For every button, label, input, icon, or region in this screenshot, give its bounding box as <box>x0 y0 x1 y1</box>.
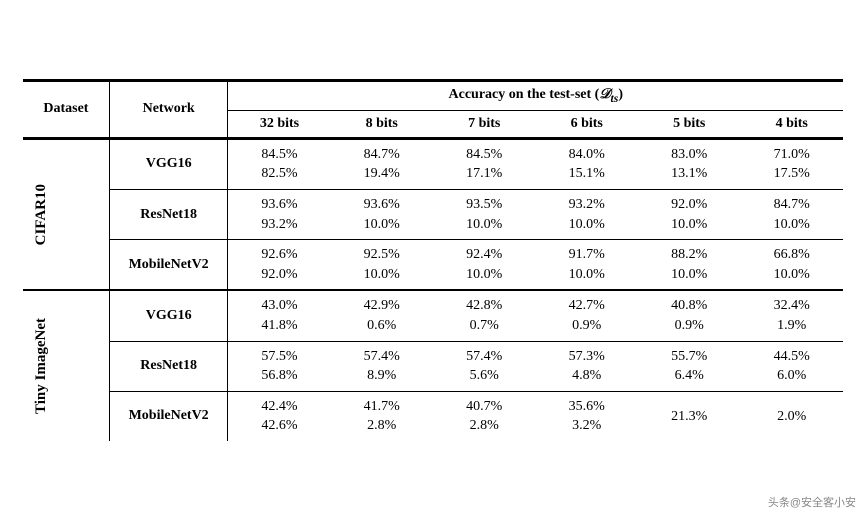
data-cell: 57.5%56.8% <box>228 341 331 391</box>
data-cell: 42.4%42.6% <box>228 391 331 441</box>
network-label: MobileNetV2 <box>109 391 228 441</box>
data-cell: 93.6%10.0% <box>330 190 433 240</box>
dataset-header: Dataset <box>23 81 109 139</box>
accuracy-table: Dataset Network Accuracy on the test-set… <box>23 79 843 441</box>
table-row: CIFAR10VGG1684.5%82.5%84.7%19.4%84.5%17.… <box>23 138 843 189</box>
data-cell: 83.0%13.1% <box>638 138 741 189</box>
data-cell: 92.5%10.0% <box>330 240 433 291</box>
table-row: MobileNetV292.6%92.0%92.5%10.0%92.4%10.0… <box>23 240 843 291</box>
data-cell: 41.7%2.8% <box>330 391 433 441</box>
data-cell: 44.5%6.0% <box>740 341 843 391</box>
data-cell: 35.6%3.2% <box>535 391 638 441</box>
bits-5: 5 bits <box>638 110 741 138</box>
network-label: MobileNetV2 <box>109 240 228 291</box>
data-cell: 88.2%10.0% <box>638 240 741 291</box>
table-row: Tiny ImageNetVGG1643.0%41.8%42.9%0.6%42.… <box>23 290 843 341</box>
data-cell: 84.7%10.0% <box>740 190 843 240</box>
table-row: ResNet1893.6%93.2%93.6%10.0%93.5%10.0%93… <box>23 190 843 240</box>
data-cell: 40.7%2.8% <box>433 391 536 441</box>
data-cell: 57.4%5.6% <box>433 341 536 391</box>
watermark: 头条@安全客小安 <box>768 494 856 510</box>
data-cell: 92.6%92.0% <box>228 240 331 291</box>
bits-7: 7 bits <box>433 110 536 138</box>
bits-32: 32 bits <box>228 110 331 138</box>
data-cell: 71.0%17.5% <box>740 138 843 189</box>
data-cell: 2.0% <box>740 391 843 441</box>
data-cell: 92.4%10.0% <box>433 240 536 291</box>
bits-8: 8 bits <box>330 110 433 138</box>
bits-6: 6 bits <box>535 110 638 138</box>
accuracy-header: Accuracy on the test-set (𝒟ts) <box>228 81 843 111</box>
data-cell: 84.5%17.1% <box>433 138 536 189</box>
data-cell: 84.0%15.1% <box>535 138 638 189</box>
network-label: ResNet18 <box>109 190 228 240</box>
data-cell: 57.4%8.9% <box>330 341 433 391</box>
data-cell: 40.8%0.9% <box>638 290 741 341</box>
data-cell: 43.0%41.8% <box>228 290 331 341</box>
data-cell: 92.0%10.0% <box>638 190 741 240</box>
data-cell: 42.8%0.7% <box>433 290 536 341</box>
data-cell: 84.5%82.5% <box>228 138 331 189</box>
data-cell: 84.7%19.4% <box>330 138 433 189</box>
data-cell: 66.8%10.0% <box>740 240 843 291</box>
network-label: VGG16 <box>109 138 228 189</box>
network-label: ResNet18 <box>109 341 228 391</box>
data-cell: 21.3% <box>638 391 741 441</box>
data-cell: 93.6%93.2% <box>228 190 331 240</box>
network-label: VGG16 <box>109 290 228 341</box>
dataset-label: CIFAR10 <box>33 184 50 245</box>
dataset-label: Tiny ImageNet <box>33 318 50 414</box>
table-row: MobileNetV242.4%42.6%41.7%2.8%40.7%2.8%3… <box>23 391 843 441</box>
data-cell: 55.7%6.4% <box>638 341 741 391</box>
data-cell: 93.5%10.0% <box>433 190 536 240</box>
network-header: Network <box>109 81 228 139</box>
data-cell: 42.7%0.9% <box>535 290 638 341</box>
data-cell: 32.4%1.9% <box>740 290 843 341</box>
data-cell: 91.7%10.0% <box>535 240 638 291</box>
data-cell: 93.2%10.0% <box>535 190 638 240</box>
data-cell: 42.9%0.6% <box>330 290 433 341</box>
header-row-1: Dataset Network Accuracy on the test-set… <box>23 81 843 111</box>
data-cell: 57.3%4.8% <box>535 341 638 391</box>
table-container: Dataset Network Accuracy on the test-set… <box>23 79 843 441</box>
bits-4: 4 bits <box>740 110 843 138</box>
table-row: ResNet1857.5%56.8%57.4%8.9%57.4%5.6%57.3… <box>23 341 843 391</box>
